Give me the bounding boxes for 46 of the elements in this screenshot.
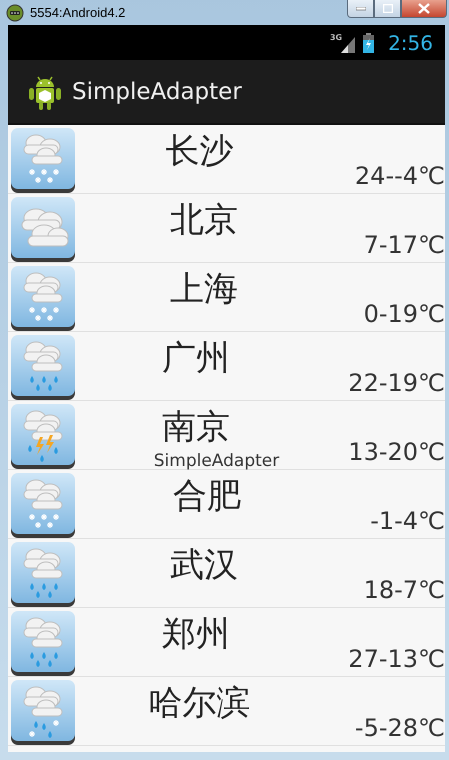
snow-cloud-icon <box>10 127 76 193</box>
temperature-range: -1-4℃ <box>370 506 445 536</box>
cloud-icon <box>10 196 76 262</box>
temperature-range: 22-19℃ <box>348 368 445 398</box>
clock-time: 2:56 <box>388 30 433 54</box>
temperature-range: 0-19℃ <box>364 299 445 329</box>
close-button[interactable] <box>401 0 447 18</box>
city-name: 南京 <box>162 407 230 447</box>
city-name: 上海 <box>170 269 238 309</box>
weather-list-item[interactable]: 合肥 -1-4℃ <box>8 470 445 539</box>
maximize-button[interactable] <box>374 0 401 18</box>
temperature-range: 27-13℃ <box>348 644 445 674</box>
temperature-range: 24--4℃ <box>354 161 445 191</box>
minimize-button[interactable] <box>347 0 374 18</box>
minimize-icon <box>356 6 366 10</box>
city-name: 长沙 <box>165 131 234 171</box>
city-name: 合肥 <box>173 476 242 516</box>
app-icon <box>6 4 24 22</box>
temperature-range: 7-17℃ <box>364 230 445 260</box>
snow-cloud-icon <box>10 472 76 538</box>
weather-list-item[interactable]: 郑州 27-13℃ <box>8 608 445 677</box>
weather-list-item[interactable]: 武汉 18-7℃ <box>8 539 445 608</box>
city-name: 哈尔滨 <box>148 683 250 723</box>
temperature-range: -5-28℃ <box>354 713 445 743</box>
snow-cloud-icon <box>10 265 76 331</box>
temperature-range: 18-7℃ <box>364 575 445 605</box>
rain-cloud-icon <box>10 541 76 607</box>
city-name: 郑州 <box>162 614 230 654</box>
rain-cloud-icon <box>10 610 76 676</box>
rain-cloud-icon <box>10 334 76 400</box>
city-name: 北京 <box>170 200 238 240</box>
close-icon <box>418 3 430 14</box>
toast-message: SimpleAdapter <box>154 451 280 471</box>
weather-list-item[interactable]: 哈尔滨 -5-28℃ <box>8 677 445 746</box>
battery-charging-icon <box>363 32 374 52</box>
window-title: 5554:Android4.2 <box>30 5 126 20</box>
weather-list-item[interactable]: 广州 22-19℃ <box>8 332 445 401</box>
app-title: SimpleAdapter <box>72 78 242 104</box>
storm-cloud-icon <box>10 403 76 469</box>
city-name: 广州 <box>162 338 230 378</box>
weather-list-item[interactable]: 长沙 24--4℃ <box>8 125 445 194</box>
city-name: 武汉 <box>170 545 238 585</box>
temperature-range: 13-20℃ <box>348 437 445 467</box>
maximize-icon <box>382 4 392 13</box>
weather-list-item[interactable]: 北京 7-17℃ <box>8 194 445 263</box>
weather-list-item[interactable]: 上海 0-19℃ <box>8 263 445 332</box>
